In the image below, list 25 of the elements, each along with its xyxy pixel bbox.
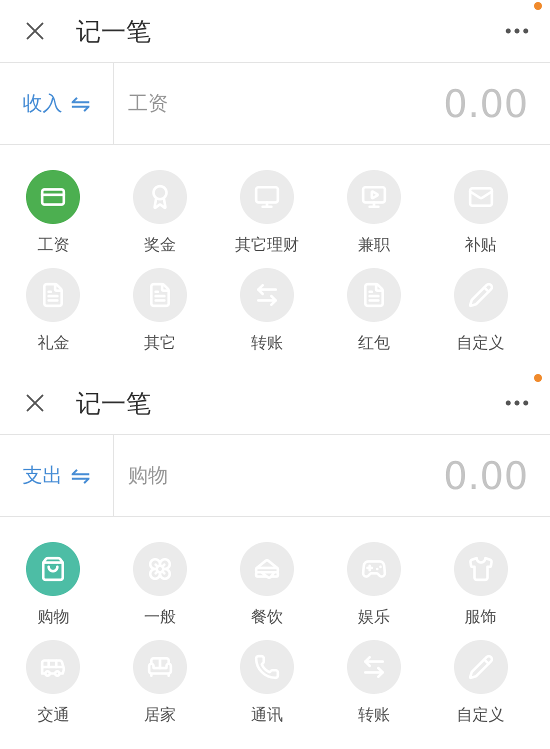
category-item[interactable]: 交通: [0, 640, 107, 726]
category-item[interactable]: 购物: [0, 542, 107, 628]
category-item[interactable]: 其它理财: [214, 170, 320, 256]
category-name: 购物: [128, 462, 169, 489]
category-item[interactable]: 通讯: [214, 640, 320, 726]
category-item[interactable]: 奖金: [106, 170, 214, 256]
category-item[interactable]: 礼金: [0, 268, 107, 354]
bag-icon: [40, 556, 66, 582]
category-name: 工资: [128, 90, 169, 117]
category-item[interactable]: 红包: [320, 268, 428, 354]
category-item[interactable]: 居家: [106, 640, 214, 726]
category-item[interactable]: 补贴: [427, 170, 534, 256]
category-item[interactable]: 服饰: [427, 542, 534, 628]
category-item[interactable]: 自定义: [427, 640, 534, 726]
page-title: 记一笔: [76, 388, 152, 420]
category-item[interactable]: 转账: [320, 640, 428, 726]
category-item[interactable]: 兼职: [320, 170, 428, 256]
category-item[interactable]: 自定义: [427, 268, 534, 354]
category-item[interactable]: 一般: [106, 542, 214, 628]
category-item[interactable]: 工资: [0, 170, 107, 256]
category-item[interactable]: 餐饮: [214, 542, 320, 628]
page-title: 记一笔: [76, 16, 152, 48]
category-item[interactable]: 其它: [106, 268, 214, 354]
category-item[interactable]: 转账: [214, 268, 320, 354]
category-item[interactable]: 娱乐: [320, 542, 428, 628]
